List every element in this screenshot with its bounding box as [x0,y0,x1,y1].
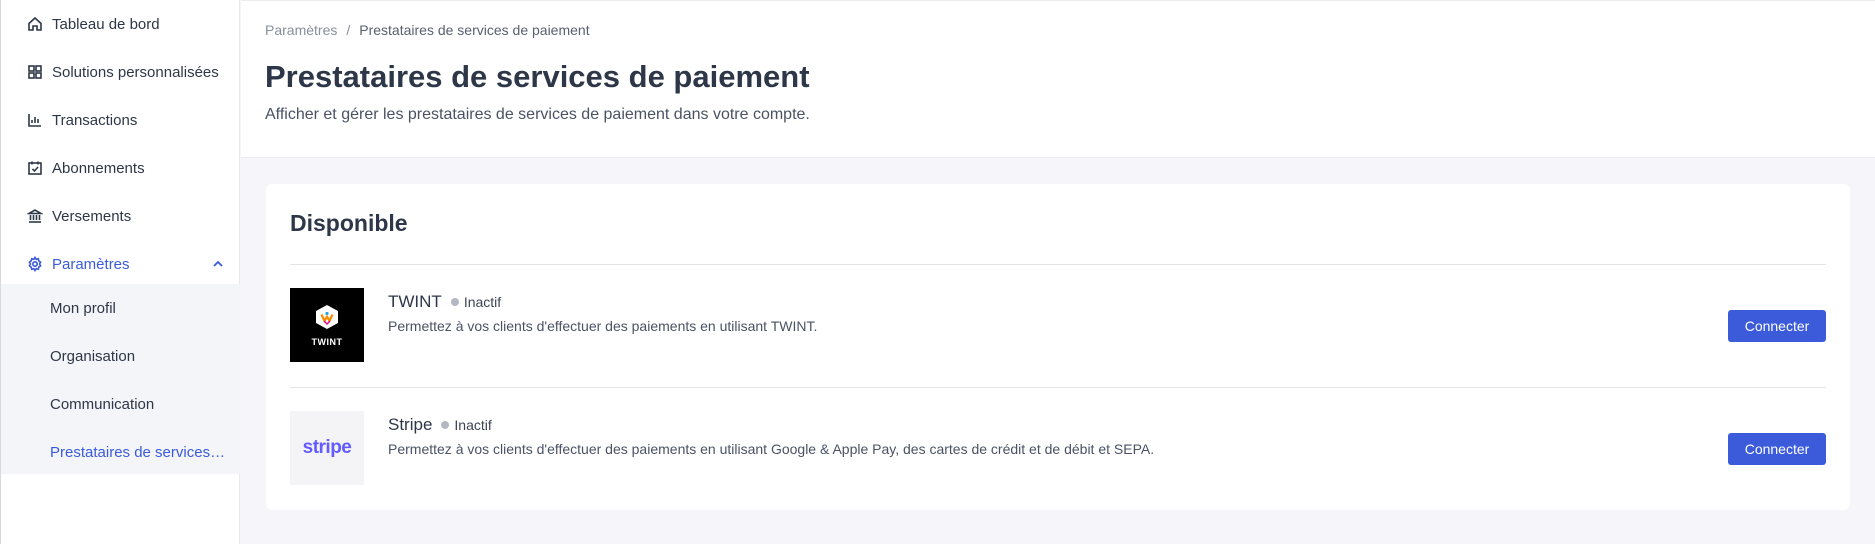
status-dot-icon [441,421,450,429]
stripe-logo-text: stripe [302,437,352,458]
sidebar-item-label: Tableau de bord [52,15,160,33]
sidebar-item-my-profile[interactable]: Mon profil [1,284,241,332]
bank-icon [26,207,44,225]
provider-name-text: Stripe [388,415,433,434]
sidebar-item-label: Abonnements [52,159,145,177]
sidebar-item-subscriptions[interactable]: Abonnements [1,144,241,192]
twint-logo: TWINT [290,288,364,362]
bar-chart-icon [26,111,44,129]
connect-twint-button[interactable]: Connecter [1728,310,1826,342]
divider [290,264,1826,265]
sidebar-item-settings[interactable]: Paramètres [1,240,241,288]
sidebar-item-communication[interactable]: Communication [1,380,241,428]
sidebar: Tableau de bord Solutions personnalisées… [0,0,241,544]
provider-name-text: TWINT [388,292,442,311]
twint-logo-text: TWINT [311,337,343,347]
available-providers-card: Disponible TWINT TWINT Inactif Permettez… [266,184,1850,510]
calendar-check-icon [26,159,44,177]
breadcrumb-separator: / [346,22,351,38]
status-dot-icon [450,298,459,306]
connect-stripe-button[interactable]: Connecter [1728,433,1826,465]
section-title: Disponible [290,210,408,236]
twint-logo-icon [316,305,338,329]
page-header: Paramètres / Prestataires de services de… [241,0,1875,158]
provider-name: Stripe Inactif [388,415,492,435]
page-subtitle: Afficher et gérer les prestataires de se… [265,106,810,123]
provider-description: Permettez à vos clients d'effectuer des … [388,441,1155,457]
sidebar-item-label: Transactions [52,111,138,129]
stripe-logo: stripe [290,411,364,485]
gear-icon [26,255,44,273]
page-title: Prestataires de services de paiement [265,59,810,94]
breadcrumb-parent-link[interactable]: Paramètres [265,22,337,38]
sidebar-item-payment-providers[interactable]: Prestataires de services de paiement [1,428,241,476]
sidebar-item-label: Solutions personnalisées [52,63,219,81]
breadcrumb: Paramètres / Prestataires de services de… [265,22,590,38]
breadcrumb-current: Prestataires de services de paiement [359,22,590,38]
chevron-up-icon[interactable] [211,257,225,271]
settings-submenu: Mon profil Organisation Communication Pr… [1,284,241,474]
sidebar-item-payouts[interactable]: Versements [1,192,241,240]
status-badge: Inactif [463,294,502,310]
divider [290,387,1826,388]
sidebar-item-dashboard[interactable]: Tableau de bord [1,0,241,48]
sidebar-item-custom-solutions[interactable]: Solutions personnalisées [1,48,241,96]
grid-icon [26,63,44,81]
home-icon [26,15,44,33]
sidebar-item-label: Versements [52,207,132,225]
provider-name: TWINT Inactif [388,292,501,312]
status-badge: Inactif [454,417,492,433]
provider-description: Permettez à vos clients d'effectuer des … [388,318,818,334]
sidebar-item-organisation[interactable]: Organisation [1,332,241,380]
sidebar-item-label: Paramètres [52,255,130,273]
sidebar-item-transactions[interactable]: Transactions [1,96,241,144]
